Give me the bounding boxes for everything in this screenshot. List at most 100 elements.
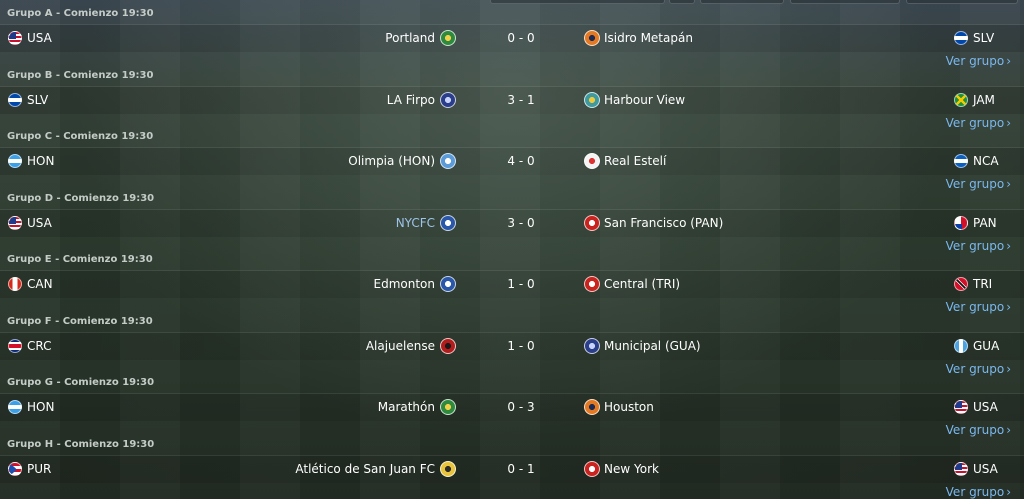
home-nation-code: HON	[27, 154, 55, 168]
toolbar-button[interactable]	[490, 0, 665, 4]
home-team-crest-icon	[440, 91, 456, 108]
home-nation-code: CAN	[27, 277, 53, 291]
group-header: Grupo G - Comienzo 19:30	[7, 377, 155, 388]
home-team-name[interactable]: LA Firpo	[387, 93, 435, 107]
match-row[interactable]: HON Olimpia (HON) 4 - 0 Real Estelí NCA	[0, 147, 1024, 175]
away-team-name[interactable]: Harbour View	[604, 93, 685, 107]
home-nation-flag-icon	[8, 31, 22, 45]
toolbar-button[interactable]	[906, 0, 1018, 4]
group-block: Grupo G - Comienzo 19:30 HON Marathón 0 - 3…	[0, 374, 1024, 437]
away-nation-code: NCA	[973, 154, 999, 168]
group-header: Grupo B - Comienzo 19:30	[7, 69, 154, 81]
away-team-crest-icon	[584, 460, 600, 477]
ver-grupo-label: Ver grupo	[945, 484, 1005, 499]
home-nation-flag-icon	[8, 92, 22, 107]
group-block: Grupo E - Comienzo 19:30 CAN Edmonton 1 - 0…	[0, 251, 1024, 314]
ver-grupo-link[interactable]: Ver grupo ›	[946, 485, 1011, 499]
home-nation-code: CRC	[27, 338, 52, 353]
home-team-name[interactable]: NYCFC	[396, 216, 435, 230]
home-team-name[interactable]: Alajuelense	[366, 339, 435, 353]
group-block: Grupo F - Comienzo 19:30 CRC Alajuelense 1 …	[0, 313, 1024, 376]
home-team-name[interactable]: Marathón	[378, 400, 435, 414]
match-row[interactable]: USA Portland 0 - 0 Isidro Metapán SLV	[0, 24, 1024, 52]
away-team-crest-icon	[584, 276, 600, 292]
group-header: Grupo H - Comienzo 19:30	[7, 438, 155, 450]
toolbar-button[interactable]	[790, 0, 900, 4]
group-header: Grupo C - Comienzo 19:30	[7, 131, 154, 142]
away-team-crest-icon	[584, 214, 600, 231]
away-nation-flag-icon	[954, 215, 968, 230]
home-team-name[interactable]: Olimpia (HON)	[348, 154, 435, 168]
home-team-name[interactable]: Edmonton	[374, 277, 436, 291]
away-nation-flag-icon	[954, 277, 968, 291]
home-nation-code: HON	[27, 400, 55, 414]
match-score[interactable]: 0 - 3	[490, 400, 552, 414]
toolbar-button[interactable]	[669, 0, 695, 4]
group-block: Grupo A - Comienzo 19:30 USA Portland 0 - 0…	[0, 5, 1024, 68]
chevron-right-icon: ›	[1006, 484, 1011, 499]
match-row[interactable]: HON Marathón 0 - 3 Houston USA	[0, 393, 1024, 421]
away-team-name[interactable]: New York	[604, 462, 659, 476]
away-nation-flag-icon	[954, 338, 968, 353]
home-nation-flag-icon	[8, 277, 22, 291]
group-block: Grupo D - Comienzo 19:30 USA NYCFC 3 - 0 San…	[0, 190, 1024, 253]
home-team-crest-icon	[440, 399, 456, 415]
match-score[interactable]: 3 - 1	[490, 93, 552, 107]
away-team-name[interactable]: San Francisco (PAN)	[604, 216, 723, 230]
away-nation-flag-icon	[954, 154, 968, 168]
match-score[interactable]: 0 - 1	[490, 462, 552, 476]
away-team-name[interactable]: Houston	[604, 400, 654, 414]
away-team-name[interactable]: Real Estelí	[604, 154, 666, 168]
away-nation-flag-icon	[954, 461, 968, 476]
match-score[interactable]: 3 - 0	[490, 216, 552, 230]
away-nation-code: SLV	[973, 31, 995, 45]
match-score[interactable]: 0 - 0	[490, 31, 552, 45]
group-block: Grupo C - Comienzo 19:30 HON Olimpia (HON)…	[0, 128, 1024, 191]
home-nation-code: SLV	[27, 92, 49, 107]
away-team-name[interactable]: Isidro Metapán	[604, 31, 693, 45]
home-nation-flag-icon	[8, 338, 22, 353]
home-team-crest-icon	[440, 460, 456, 477]
home-team-crest-icon	[440, 214, 456, 231]
match-score[interactable]: 1 - 0	[490, 277, 552, 291]
home-nation-flag-icon	[8, 461, 22, 476]
match-row[interactable]: CRC Alajuelense 1 - 0 Municipal (GUA) GUA	[0, 331, 1024, 360]
away-team-crest-icon	[584, 337, 600, 354]
home-team-name[interactable]: Portland	[385, 31, 435, 45]
away-team-crest-icon	[584, 91, 600, 108]
home-team-crest-icon	[440, 30, 456, 46]
home-nation-code: PUR	[27, 461, 52, 476]
home-team-name[interactable]: Atlético de San Juan FC	[295, 462, 435, 476]
away-nation-flag-icon	[954, 400, 968, 414]
home-nation-flag-icon	[8, 400, 22, 414]
away-team-crest-icon	[584, 30, 600, 46]
group-block: Grupo H - Comienzo 19:30 PUR Atlético de S…	[0, 436, 1024, 499]
away-nation-code: PAN	[973, 215, 997, 230]
home-nation-code: USA	[27, 31, 52, 45]
away-nation-code: USA	[973, 400, 998, 414]
toolbar-button[interactable]	[700, 0, 784, 4]
away-team-name[interactable]: Central (TRI)	[604, 277, 680, 291]
group-header: Grupo E - Comienzo 19:30	[7, 254, 153, 265]
match-row[interactable]: CAN Edmonton 1 - 0 Central (TRI) TRI	[0, 270, 1024, 298]
away-nation-flag-icon	[954, 31, 968, 45]
away-nation-code: JAM	[973, 92, 995, 107]
away-nation-flag-icon	[954, 92, 968, 107]
away-team-crest-icon	[584, 399, 600, 415]
group-header: Grupo F - Comienzo 19:30	[7, 315, 153, 327]
home-team-crest-icon	[440, 276, 456, 292]
home-nation-code: USA	[27, 215, 52, 230]
home-team-crest-icon	[440, 337, 456, 354]
away-team-name[interactable]: Municipal (GUA)	[604, 339, 701, 353]
match-score[interactable]: 4 - 0	[490, 154, 552, 168]
home-nation-flag-icon	[8, 154, 22, 168]
match-row[interactable]: SLV LA Firpo 3 - 1 Harbour View JAM	[0, 85, 1024, 114]
match-score[interactable]: 1 - 0	[490, 339, 552, 353]
group-block: Grupo B - Comienzo 19:30 SLV LA Firpo 3 - 1…	[0, 67, 1024, 130]
away-nation-code: TRI	[973, 277, 993, 291]
match-row[interactable]: USA NYCFC 3 - 0 San Francisco (PAN) PAN	[0, 208, 1024, 237]
home-team-crest-icon	[440, 153, 456, 169]
match-row[interactable]: PUR Atlético de San Juan FC 0 - 1 New York U…	[0, 454, 1024, 483]
away-nation-code: GUA	[973, 338, 1000, 353]
away-nation-code: USA	[973, 461, 998, 476]
